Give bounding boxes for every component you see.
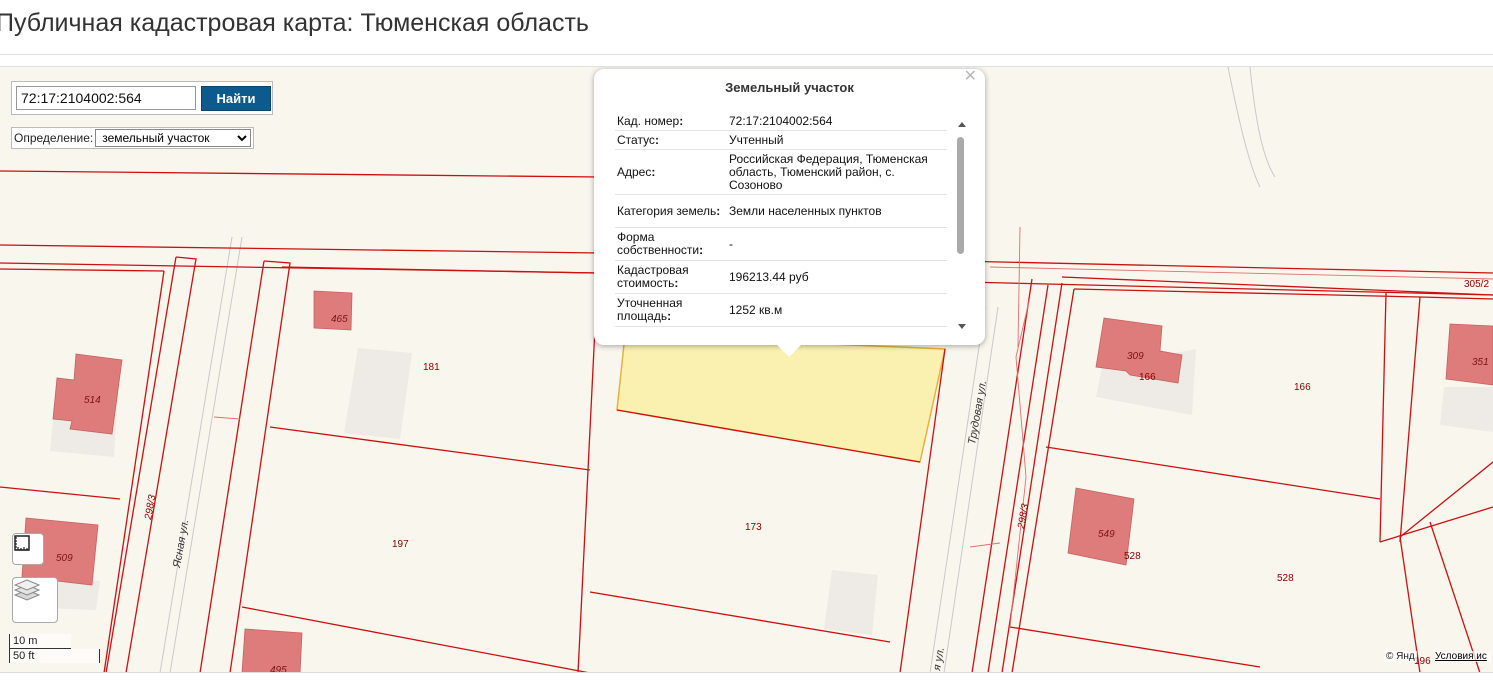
scale-imperial: 50 ft [9, 649, 100, 663]
road-edge [159, 236, 233, 673]
info-row: Форма собственности: - [615, 227, 947, 261]
info-row: Адрес: Российская Федерация, Тюменская о… [615, 149, 947, 195]
info-value: Российская Федерация, Тюменская область,… [727, 149, 947, 195]
building-label: 509 [56, 553, 73, 564]
info-row: Кад. номер: 72:17:2104002:564 [615, 112, 947, 131]
scale-bar: 10 m 50 ft [9, 634, 100, 663]
parcel-line [125, 256, 197, 673]
parcel-line [269, 426, 591, 471]
scroll-up-icon[interactable] [958, 122, 966, 127]
ruler-icon [14, 535, 30, 551]
parcel-line [103, 270, 165, 673]
road-edge [169, 236, 243, 673]
layers-icon [13, 579, 41, 601]
parcel-label: 528 [1124, 551, 1141, 562]
parcel-line-thin [1017, 226, 1021, 348]
parcel-label: 173 [745, 522, 762, 533]
parcel-line [1379, 506, 1493, 543]
building-label: 309 [1127, 351, 1144, 362]
parcel-info-table: Кад. номер: 72:17:2104002:564 Статус: Уч… [615, 112, 947, 327]
building-label: 351 [1472, 357, 1489, 368]
parcel-line [0, 268, 165, 272]
info-key: Адрес [617, 164, 652, 179]
info-row: Категория земель: Земли населенных пункт… [615, 194, 947, 228]
info-row: Статус: Учтенный [615, 130, 947, 150]
parcel-line [105, 256, 177, 673]
definition-panel: Определение: земельный участок [11, 127, 255, 149]
title-divider [0, 54, 1493, 55]
parcel-label: 181 [423, 362, 440, 373]
building-shadow [1440, 387, 1493, 432]
layers-button[interactable] [12, 577, 58, 623]
info-key: Кад. номер [617, 113, 680, 128]
map-copyright: © Янд [1384, 651, 1417, 662]
parcel-label: 166 [1139, 372, 1156, 383]
parcel-info-popup: ✕ Земельный участок Кад. номер: 72:17:21… [594, 69, 985, 357]
bottom-bar [0, 672, 1493, 688]
info-key: Форма собственности [617, 230, 700, 257]
parcel-number-label: 298/3 [1016, 503, 1031, 531]
parcel-line [1399, 461, 1493, 538]
road-edge [1249, 67, 1276, 178]
popup-pointer [777, 345, 801, 357]
ruler-button[interactable] [12, 533, 44, 565]
info-key: Статус [617, 132, 655, 147]
popup-body[interactable]: Кад. номер: 72:17:2104002:564 Статус: Уч… [615, 112, 947, 332]
parcel-line [199, 260, 265, 673]
scroll-thumb[interactable] [957, 137, 964, 254]
building [1445, 323, 1493, 386]
building-label: 514 [84, 395, 101, 406]
definition-select[interactable]: земельный участок [95, 129, 252, 147]
parcel-line-thin [969, 542, 1001, 548]
find-button[interactable]: Найти [201, 86, 271, 111]
info-value: 1252 кв.м [727, 293, 947, 327]
parcel-label: 305/2 [1464, 279, 1489, 290]
search-panel: Найти [11, 81, 273, 115]
parcel-line [229, 260, 291, 673]
info-row: Кадастровая стоимость: 196213.44 руб [615, 260, 947, 294]
parcel-line [1379, 292, 1387, 543]
parcel-label: 528 [1277, 573, 1294, 584]
building-label: 549 [1098, 529, 1115, 540]
info-value: 196213.44 руб [727, 260, 947, 294]
info-key: Уточненная площадь [617, 296, 683, 323]
scale-metric: 10 m [9, 634, 71, 649]
parcel-label: 166 [1294, 382, 1311, 393]
building-shadow [824, 570, 878, 635]
parcel-line [0, 486, 121, 500]
info-value: 72:17:2104002:564 [727, 112, 947, 131]
cadastral-map[interactable]: 181 197 173 166 166 528 528 196 305/2 46… [0, 66, 1493, 673]
parcel-number-label: 298/3 [143, 494, 158, 522]
scroll-down-icon[interactable] [958, 324, 966, 329]
info-key: Категория земель [617, 203, 717, 218]
building-shadow [344, 348, 412, 439]
parcel-line [1009, 626, 1261, 668]
parcel-line-thin [213, 416, 241, 420]
parcel-line [281, 266, 596, 274]
building-label: 465 [331, 314, 348, 325]
popup-scrollbar[interactable] [956, 122, 968, 329]
page-title: Публичная кадастровая карта: Тюменская о… [0, 9, 589, 37]
parcel-line [1399, 296, 1421, 543]
info-key: Кадастровая стоимость [617, 263, 689, 290]
road-edge [943, 306, 999, 673]
terms-link[interactable]: Условия ис [1435, 651, 1491, 662]
info-value: - [727, 227, 947, 261]
cadastral-number-input[interactable] [16, 86, 196, 110]
definition-label: Определение: [14, 131, 94, 145]
parcel-line [1045, 446, 1381, 500]
info-row: Уточненная площадь: 1252 кв.м [615, 293, 947, 327]
parcel-line [0, 170, 601, 178]
road-edge [1227, 67, 1261, 188]
parcel-label: 197 [392, 539, 409, 550]
popup-title: Земельный участок [725, 80, 854, 95]
info-value: Земли населенных пунктов [727, 194, 947, 228]
info-value: Учтенный [727, 130, 947, 150]
